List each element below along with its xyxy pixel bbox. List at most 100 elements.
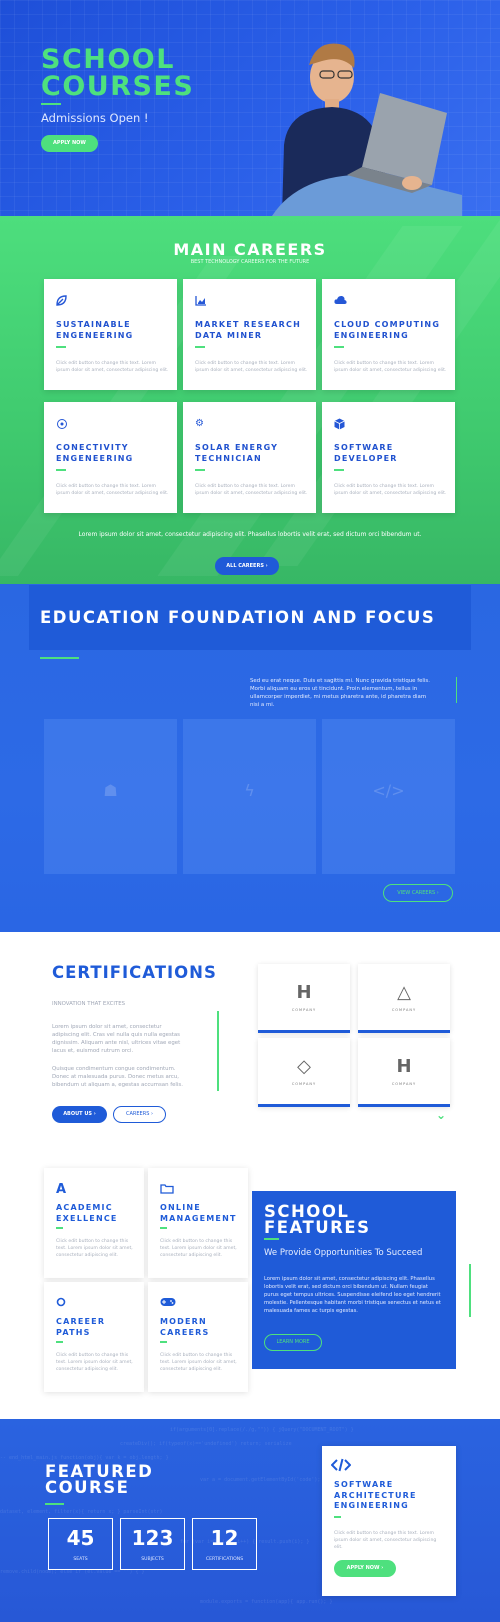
gear-icon: ⚙ bbox=[195, 418, 204, 429]
diamond-logo-icon: ◇ bbox=[297, 1056, 311, 1077]
education-text: Sed eu erat neque. Duis et sagittis mi. … bbox=[250, 678, 430, 708]
career-card[interactable]: CLOUD COMPUTING ENGINEERING Click edit b… bbox=[322, 279, 455, 390]
feature-description: Click edit button to change this text. L… bbox=[56, 1353, 133, 1372]
all-careers-button[interactable]: ALL CAREERS › bbox=[215, 557, 279, 575]
careers-title: MAIN CAREERS bbox=[173, 240, 327, 259]
stat-value: 123 bbox=[131, 1526, 174, 1550]
feature-description: Click edit button to change this text. L… bbox=[160, 1353, 237, 1372]
career-description: Click edit button to change this text. L… bbox=[195, 484, 308, 496]
certifications-title: CERTIFICATIONS bbox=[52, 963, 217, 982]
feature-title: MODERN CAREERS bbox=[160, 1317, 210, 1337]
stat-box: 123 SUBJECTS bbox=[120, 1518, 185, 1570]
school-features-text: Lorem ipsum dolor sit amet, consectetur … bbox=[264, 1276, 441, 1314]
hero-section: SCHOOL COURSES Admissions Open ! APPLY N… bbox=[0, 0, 500, 216]
career-card[interactable]: CONECTIVITY ENGENEERING Click edit butto… bbox=[44, 402, 177, 513]
accent-line bbox=[456, 677, 457, 703]
certifications-paragraph: Quisque condimentum congue condimentum. … bbox=[52, 1066, 183, 1088]
card-underline bbox=[334, 1516, 341, 1518]
stat-value: 12 bbox=[210, 1526, 239, 1550]
career-title: SOLAR ENERGY TECHNICIAN bbox=[195, 443, 279, 463]
stat-label: SEATS bbox=[73, 1557, 88, 1562]
career-title: CONECTIVITY ENGENEERING bbox=[56, 443, 134, 463]
card-underline bbox=[160, 1227, 167, 1229]
title-underline bbox=[40, 657, 79, 659]
letter-a-icon: A bbox=[56, 1182, 67, 1197]
feature-description: Click edit button to change this text. L… bbox=[160, 1239, 237, 1258]
education-tile[interactable]: ϟ bbox=[183, 719, 316, 874]
company-logo[interactable]: H COMPANY bbox=[358, 1038, 450, 1107]
career-description: Click edit button to change this text. L… bbox=[334, 361, 447, 373]
school-features-title: SCHOOL FEATURES bbox=[264, 1202, 371, 1237]
accent-line bbox=[217, 1011, 219, 1091]
stat-label: SUBJECTS bbox=[141, 1557, 164, 1562]
card-underline bbox=[160, 1341, 167, 1343]
apply-now-button[interactable]: APPLY NOW › bbox=[334, 1560, 396, 1577]
graduate-icon: ☗ bbox=[103, 781, 118, 800]
career-title: CLOUD COMPUTING ENGINEERING bbox=[334, 320, 441, 340]
feature-title: ONLINE MANAGEMENT bbox=[160, 1203, 237, 1223]
careers-button[interactable]: CAREERS › bbox=[113, 1106, 166, 1123]
company-logo[interactable]: △ COMPANY bbox=[358, 964, 450, 1033]
career-card[interactable]: MARKET RESEARCH DATA MINER Click edit bu… bbox=[183, 279, 316, 390]
gamepad-icon bbox=[160, 1297, 176, 1311]
stat-label: CERTIFICATIONS bbox=[205, 1557, 244, 1562]
lightning-icon: ϟ bbox=[244, 781, 255, 800]
about-us-button[interactable]: ABOUT US › bbox=[52, 1106, 107, 1123]
student-with-laptop-image bbox=[272, 43, 462, 216]
career-title: SOFTWARE DEVELOPER bbox=[334, 443, 398, 463]
feature-card[interactable]: ONLINE MANAGEMENT Click edit button to c… bbox=[148, 1168, 248, 1278]
chevron-down-icon[interactable]: ⌄ bbox=[436, 1108, 446, 1122]
company-logo[interactable]: H COMPANY bbox=[258, 964, 350, 1033]
feature-description: Click edit button to change this text. L… bbox=[56, 1239, 133, 1258]
network-icon bbox=[56, 418, 68, 430]
career-card[interactable]: ⚙ SOLAR ENERGY TECHNICIAN Click edit but… bbox=[183, 402, 316, 513]
education-title: EDUCATION FOUNDATION AND FOCUS bbox=[40, 608, 436, 627]
careers-subtitle: BEST TECHNOLOGY CAREERS FOR THE FUTURE bbox=[190, 259, 310, 265]
title-underline bbox=[45, 1503, 64, 1505]
feature-card[interactable]: MODERN CAREERS Click edit button to chan… bbox=[148, 1282, 248, 1392]
code-icon: </> bbox=[372, 781, 405, 800]
career-description: Click edit button to change this text. L… bbox=[195, 361, 308, 373]
feature-card[interactable]: A ACADEMIC EXELLENCE Click edit button t… bbox=[44, 1168, 144, 1278]
careers-text: Lorem ipsum dolor sit amet, consectetur … bbox=[78, 531, 422, 538]
career-description: Click edit button to change this text. L… bbox=[334, 484, 447, 496]
accent-line bbox=[469, 1264, 471, 1317]
apply-now-button[interactable]: APPLY NOW bbox=[41, 135, 98, 152]
h-logo-icon: H bbox=[296, 982, 312, 1003]
course-description: Click edit button to change this text. L… bbox=[334, 1531, 437, 1550]
education-tile[interactable]: </> bbox=[322, 719, 455, 874]
card-underline bbox=[56, 469, 66, 471]
feature-card[interactable]: CAREEER PATHS Click edit button to chang… bbox=[44, 1282, 144, 1392]
careers-section bbox=[0, 216, 500, 584]
career-description: Click edit button to change this text. L… bbox=[56, 484, 169, 496]
feature-title: CAREEER PATHS bbox=[56, 1317, 106, 1337]
view-careers-button[interactable]: VIEW CAREERS › bbox=[383, 884, 453, 902]
cloud-icon bbox=[334, 295, 347, 307]
leaf-icon bbox=[56, 295, 68, 307]
feature-title: ACADEMIC EXELLENCE bbox=[56, 1203, 118, 1223]
stat-box: 12 CERTIFICATIONS bbox=[192, 1518, 257, 1570]
course-title: SOFTWARE ARCHITECTURE ENGINEERING bbox=[334, 1480, 417, 1510]
career-card[interactable]: SOFTWARE DEVELOPER Click edit button to … bbox=[322, 402, 455, 513]
card-underline bbox=[56, 1341, 63, 1343]
career-card[interactable]: SUSTAINABLE ENGENEERING Click edit butto… bbox=[44, 279, 177, 390]
logo-caption: COMPANY bbox=[391, 1008, 417, 1012]
hero-subtitle: Admissions Open ! bbox=[41, 111, 149, 125]
career-title: SUSTAINABLE ENGENEERING bbox=[56, 320, 134, 340]
career-title: MARKET RESEARCH DATA MINER bbox=[195, 320, 301, 340]
cube-icon bbox=[334, 418, 346, 430]
certifications-subtitle: INNOVATION THAT EXCITES bbox=[52, 1001, 126, 1007]
chart-icon bbox=[195, 295, 207, 307]
card-underline bbox=[334, 469, 344, 471]
career-description: Click edit button to change this text. L… bbox=[56, 361, 169, 373]
company-logo[interactable]: ◇ COMPANY bbox=[258, 1038, 350, 1107]
title-underline bbox=[41, 103, 61, 105]
title-underline bbox=[264, 1238, 279, 1240]
folder-icon bbox=[160, 1183, 174, 1198]
card-underline bbox=[334, 346, 344, 348]
learn-more-button[interactable]: LEARN MORE bbox=[264, 1334, 322, 1351]
logo-caption: COMPANY bbox=[291, 1008, 317, 1012]
education-tile[interactable]: ☗ bbox=[44, 719, 177, 874]
card-underline bbox=[195, 469, 205, 471]
logo-caption: COMPANY bbox=[291, 1082, 317, 1086]
